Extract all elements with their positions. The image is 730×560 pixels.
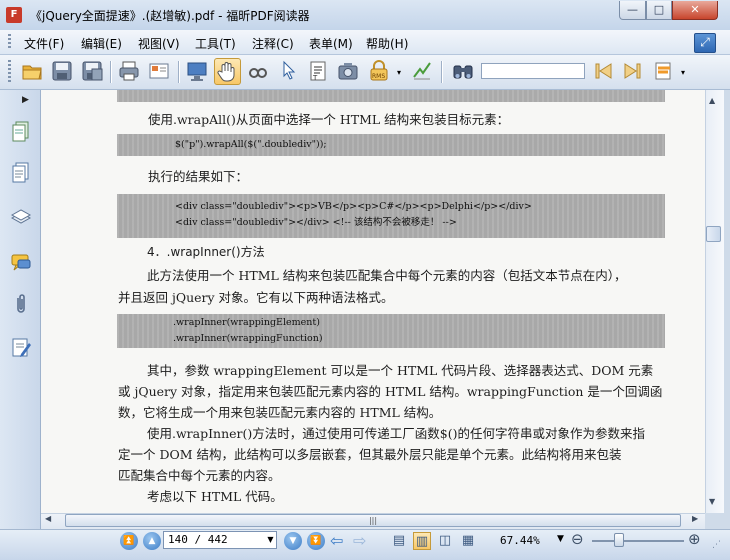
svg-text:T: T <box>312 74 318 82</box>
vertical-scrollbar[interactable] <box>705 90 724 513</box>
find-prev-icon[interactable] <box>591 59 615 83</box>
toolbar-separator <box>178 61 180 83</box>
print-icon[interactable] <box>117 59 141 83</box>
attachments-icon[interactable] <box>9 292 33 316</box>
paragraph-text: 其中，参数 wrappingElement 可以是一个 HTML 代码片段、选择… <box>147 363 654 378</box>
next-page-icon[interactable]: ▼ <box>284 532 302 550</box>
comments-icon[interactable] <box>9 250 33 274</box>
scroll-right-arrow-icon[interactable]: ▶ <box>692 514 698 523</box>
facing-view-icon[interactable]: ◫ <box>436 532 454 550</box>
highlight-dropdown-icon[interactable]: ▾ <box>681 68 685 77</box>
snapshot-icon[interactable] <box>336 59 360 83</box>
horizontal-scroll-thumb[interactable]: ||| <box>65 514 681 527</box>
page-dropdown-icon[interactable]: ▼ <box>265 532 276 548</box>
layers-icon[interactable] <box>9 205 33 229</box>
menu-file[interactable]: 文件(F) <box>24 35 64 52</box>
document-view[interactable]: 使用.wrapAll()从页面中选择一个 HTML 结构来包装目标元素： $("… <box>41 90 705 513</box>
paragraph-text: 匹配集合中每个元素的内容。 <box>118 468 281 483</box>
code-block-top <box>117 90 665 102</box>
code-block: $("p").wrapAll($(".doublediv")); <box>117 134 665 156</box>
paragraph-text: 此方法使用一个 HTML 结构来包装匹配集合中每个元素的内容（包括文本节点在内）… <box>147 268 627 283</box>
scroll-down-arrow-icon[interactable]: ▼ <box>709 497 715 506</box>
highlight-icon[interactable] <box>652 59 676 83</box>
text-select-icon[interactable]: T <box>306 59 330 83</box>
save-icon[interactable] <box>50 59 74 83</box>
sign-icon[interactable] <box>410 59 434 83</box>
menu-view[interactable]: 视图(V) <box>138 35 180 52</box>
svg-text:RMS: RMS <box>372 73 385 80</box>
page-thumbnails-icon[interactable] <box>9 119 33 143</box>
menu-edit[interactable]: 编辑(E) <box>81 35 122 52</box>
menu-comment[interactable]: 注释(C) <box>252 35 294 52</box>
code-line: $("p").wrapAll($(".doublediv")); <box>175 139 327 150</box>
first-page-icon[interactable]: ⏫ <box>120 532 138 550</box>
toolbar-grip[interactable] <box>8 60 11 82</box>
rms-lock-icon[interactable]: RMS <box>367 59 391 83</box>
resize-grip-icon[interactable]: ⋰ <box>712 540 721 550</box>
find-binoculars-icon[interactable] <box>451 59 475 83</box>
continuous-facing-view-icon[interactable]: ▦ <box>459 532 477 550</box>
single-page-view-icon[interactable]: ▤ <box>390 532 408 550</box>
window-title: 《jQuery全面提速》.(赵增敏).pdf - 福昕PDF阅读器 <box>30 9 310 23</box>
rms-dropdown-icon[interactable]: ▾ <box>397 68 401 77</box>
zoom-in-icon[interactable]: ⊕ <box>688 530 701 548</box>
menu-form[interactable]: 表单(M) <box>309 35 353 52</box>
zoom-slider-track[interactable] <box>592 540 684 542</box>
maximize-button[interactable]: □ <box>646 1 672 20</box>
continuous-view-icon[interactable]: ▥ <box>413 532 431 550</box>
code-line: .wrapInner(wrappingFunction) <box>173 333 323 344</box>
paragraph-text: 考虑以下 HTML 代码。 <box>147 489 283 504</box>
code-block: <div class="doublediv"><p>VB</p><p>C#</p… <box>117 194 665 238</box>
close-button[interactable]: ✕ <box>672 1 718 20</box>
paragraph-text: 执行的结果如下： <box>148 169 249 184</box>
scroll-left-arrow-icon[interactable]: ◀ <box>45 514 51 523</box>
menu-help[interactable]: 帮助(H) <box>366 35 408 52</box>
hand-tool-icon[interactable] <box>214 58 241 85</box>
zoom-slider-thumb[interactable] <box>614 533 624 547</box>
code-line: <div class="doublediv"></div> <!-- 该结构不会… <box>175 217 457 228</box>
save-as-icon[interactable] <box>80 59 104 83</box>
pages-icon[interactable] <box>9 160 33 184</box>
last-page-icon[interactable]: ⏬ <box>307 532 325 550</box>
toolbar-separator <box>110 61 112 83</box>
code-line: <div class="doublediv"><p>VB</p><p>C#</p… <box>175 201 532 212</box>
email-icon[interactable] <box>147 59 171 83</box>
go-forward-icon[interactable]: ⇨ <box>353 531 366 550</box>
open-folder-icon[interactable] <box>20 59 44 83</box>
signatures-icon[interactable] <box>9 335 33 359</box>
zoom-level[interactable]: 67.44% <box>500 534 540 547</box>
code-line: .wrapInner(wrappingElement) <box>173 317 320 328</box>
find-next-icon[interactable] <box>621 59 645 83</box>
zoom-out-icon[interactable]: ⊖ <box>571 530 584 548</box>
section-heading: 4．.wrapInner()方法 <box>147 245 265 259</box>
paragraph-text: 使用.wrapAll()从页面中选择一个 HTML 结构来包装目标元素： <box>148 112 510 127</box>
toolbar-separator <box>441 61 443 83</box>
paragraph-text: 数，它将生成一个用来包装匹配元素内容的 HTML 结构。 <box>118 405 442 420</box>
zoom-dropdown-icon[interactable]: ▼ <box>557 534 564 544</box>
fullscreen-icon[interactable] <box>185 59 209 83</box>
scroll-up-arrow-icon[interactable]: ▲ <box>709 96 715 105</box>
paragraph-text: 定一个 DOM 结构，此结构可以多层嵌套，但其最外层只能是单个元素。此结构将用来… <box>118 447 622 462</box>
go-back-icon[interactable]: ⇦ <box>330 531 343 550</box>
minimize-button[interactable]: — <box>619 1 646 20</box>
panel-expand-icon[interactable]: ▶ <box>22 95 29 105</box>
menu-tools[interactable]: 工具(T) <box>195 35 236 52</box>
search-input[interactable] <box>481 63 585 79</box>
code-block: .wrapInner(wrappingElement) .wrapInner(w… <box>117 314 665 348</box>
page-number-input[interactable]: 140 / 442 <box>163 531 277 549</box>
select-arrow-icon[interactable] <box>276 59 300 83</box>
paragraph-text: 并且返回 jQuery 对象。它有以下两种语法格式。 <box>118 290 394 305</box>
foxit-app-icon: F <box>6 7 22 23</box>
vertical-scroll-thumb[interactable] <box>706 226 721 242</box>
paragraph-text: 使用.wrapInner()方法时，通过使用可传递工厂函数$()的任何字符串或对… <box>147 426 645 441</box>
previous-page-icon[interactable]: ▲ <box>143 532 161 550</box>
pdf-page: 使用.wrapAll()从页面中选择一个 HTML 结构来包装目标元素： $("… <box>41 90 705 513</box>
paragraph-text: 或 jQuery 对象，指定用来包装匹配元素内容的 HTML 结构。wrappi… <box>118 384 663 399</box>
magnifier-icon[interactable] <box>246 59 270 83</box>
restore-window-icon[interactable]: ⤢ <box>694 33 716 53</box>
menu-grip[interactable] <box>8 34 11 50</box>
